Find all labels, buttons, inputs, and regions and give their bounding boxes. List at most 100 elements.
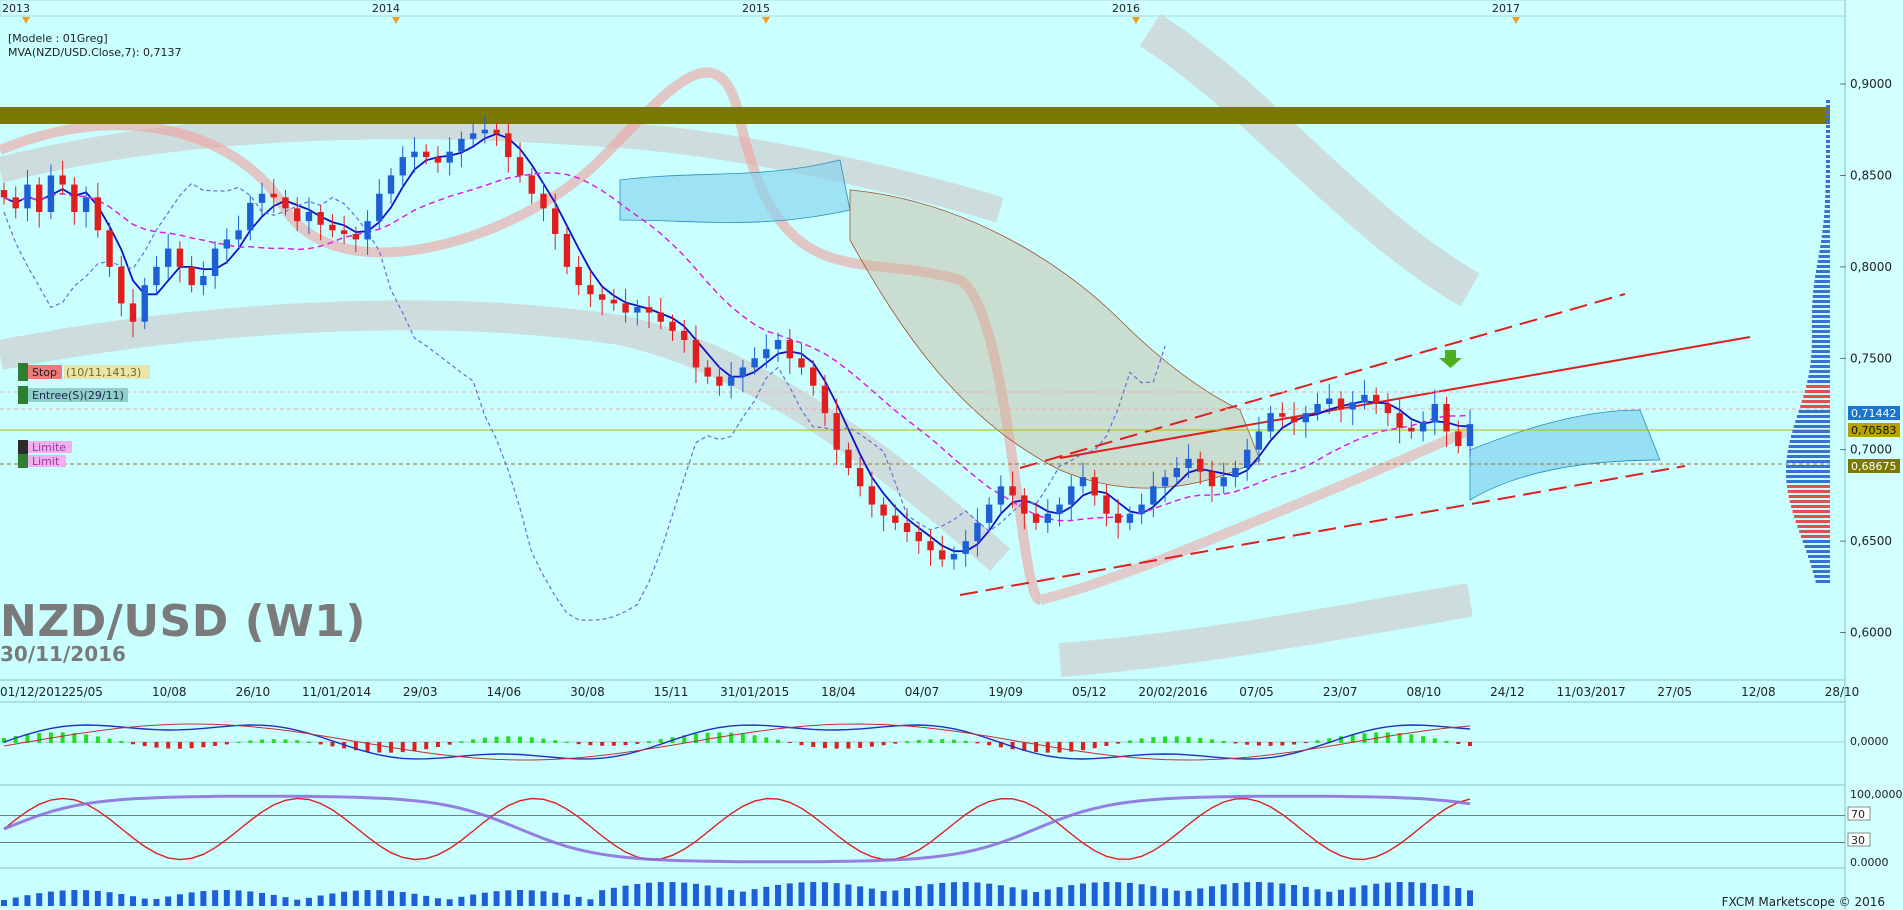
- profile-bar: [1800, 535, 1830, 538]
- volume-bar: [1138, 884, 1145, 906]
- profile-bar: [1825, 150, 1830, 153]
- macd-histogram-bar: [60, 732, 65, 743]
- volume-bar: [270, 894, 277, 906]
- candle-body: [1185, 458, 1192, 468]
- macd-histogram-bar: [271, 739, 276, 743]
- volume-bar: [1349, 887, 1356, 906]
- volume-bar: [188, 892, 195, 906]
- profile-bar: [1823, 225, 1830, 228]
- candle-body: [153, 266, 160, 286]
- profile-bar: [1795, 520, 1830, 523]
- x-tick-label: 23/07: [1323, 685, 1358, 699]
- volume-bar: [1091, 882, 1098, 906]
- volume-bar: [622, 885, 629, 906]
- macd-histogram-bar: [142, 742, 147, 747]
- x-tick-label: 25/05: [68, 685, 103, 699]
- candle-body: [1021, 495, 1028, 514]
- candle-body: [282, 197, 289, 209]
- candle-body: [317, 212, 324, 225]
- candle-body: [505, 133, 512, 158]
- candle-body: [786, 340, 793, 359]
- profile-bar: [1824, 210, 1830, 213]
- candle-body: [1161, 477, 1169, 487]
- resistance-band: [0, 107, 1830, 124]
- candle-body: [528, 175, 535, 194]
- volume-bar: [880, 891, 887, 906]
- candle-body: [1044, 513, 1051, 523]
- profile-bar: [1808, 555, 1830, 558]
- macd-histogram-bar: [95, 736, 100, 743]
- stop-label: Stop: [32, 366, 57, 379]
- candle-body: [1114, 513, 1122, 523]
- candle-body: [516, 157, 524, 176]
- candle-body: [1466, 424, 1474, 447]
- profile-bar: [1792, 430, 1830, 433]
- candle-body: [1126, 513, 1134, 523]
- candle-body: [892, 515, 899, 523]
- profile-bar: [1812, 295, 1830, 298]
- volume-bar: [1279, 883, 1286, 906]
- candle-body: [458, 138, 465, 152]
- x-tick-label: 20/02/2016: [1138, 685, 1207, 699]
- profile-bar: [1812, 300, 1830, 303]
- profile-bar: [1813, 285, 1830, 288]
- candle-body: [1314, 404, 1321, 414]
- macd-histogram-bar: [1209, 739, 1214, 743]
- profile-bar: [1806, 385, 1830, 388]
- macd-histogram-bar: [729, 732, 734, 743]
- candle-body: [469, 133, 477, 139]
- candle-body: [446, 151, 453, 163]
- candle-body: [962, 541, 969, 554]
- symbol-title: NZD/USD (W1): [0, 596, 366, 647]
- profile-bar: [1825, 190, 1830, 193]
- profile-bar: [1811, 335, 1830, 338]
- candle-body: [1408, 427, 1415, 432]
- candle-body: [1361, 394, 1368, 403]
- volume-bar: [352, 890, 359, 906]
- macd-histogram-bar: [588, 742, 593, 746]
- candle-body: [798, 358, 805, 368]
- macd-histogram-bar: [1116, 742, 1121, 744]
- macd-histogram-bar: [201, 742, 206, 748]
- macd-histogram-bar: [776, 739, 781, 743]
- macd-histogram-bar: [928, 739, 933, 743]
- volume-bar: [610, 887, 617, 906]
- volume-bar: [1431, 884, 1438, 906]
- macd-histogram-bar: [1268, 742, 1273, 746]
- macd-histogram-bar: [834, 742, 839, 749]
- candle-body: [35, 184, 43, 212]
- profile-bar: [1789, 500, 1830, 503]
- candle-body: [1232, 468, 1239, 478]
- macd-histogram-bar: [224, 742, 229, 745]
- volume-bar: [493, 891, 500, 906]
- candle-body: [939, 550, 946, 560]
- candle-body: [176, 248, 184, 267]
- macd-histogram-bar: [166, 742, 171, 749]
- volume-bar: [1267, 882, 1274, 906]
- macd-histogram-bar: [1315, 740, 1320, 743]
- volume-bar: [763, 886, 770, 906]
- profile-bar: [1790, 435, 1830, 438]
- year-label: 2017: [1492, 2, 1520, 15]
- profile-bar: [1787, 490, 1830, 493]
- candle-body: [129, 303, 137, 322]
- profile-bar: [1806, 550, 1830, 553]
- profile-bar: [1799, 530, 1830, 533]
- macd-histogram-bar: [963, 740, 968, 743]
- macd-histogram-bar: [553, 740, 558, 743]
- profile-bar: [1809, 370, 1830, 373]
- macd-histogram-bar: [189, 742, 194, 749]
- macd-histogram-bar: [975, 742, 980, 744]
- candle-body: [164, 248, 172, 267]
- profile-bar: [1823, 215, 1830, 218]
- candle-body: [0, 190, 8, 198]
- macd-histogram-bar: [1221, 740, 1226, 743]
- stop-value: (10/11,141,3): [66, 366, 141, 379]
- volume-bar: [1326, 891, 1333, 906]
- volume-bar: [1, 900, 7, 906]
- profile-bar: [1796, 415, 1830, 418]
- volume-bar: [36, 893, 43, 906]
- macd-histogram-bar: [1174, 736, 1179, 743]
- candle-body: [235, 230, 242, 240]
- candle-body: [223, 239, 231, 249]
